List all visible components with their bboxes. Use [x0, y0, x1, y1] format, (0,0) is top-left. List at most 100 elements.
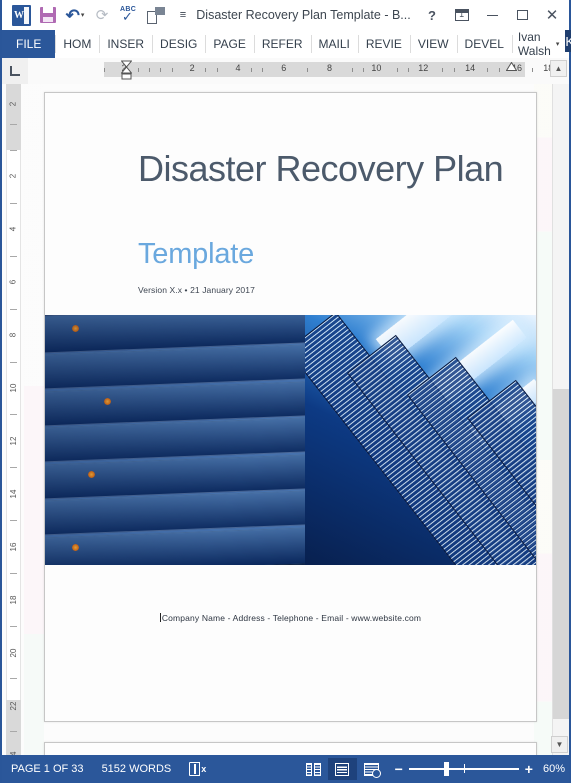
ruler-tick [306, 68, 308, 72]
word-count[interactable]: 5152 WORDS [93, 755, 181, 783]
server-rack-image[interactable] [45, 315, 536, 565]
vertical-ruler-tick [10, 361, 17, 363]
horizontal-ruler-track[interactable]: 2 2 4 6 8 10 12 14 16 18 [104, 62, 553, 77]
text-cursor [159, 613, 161, 622]
vertical-ruler-tick [10, 625, 17, 627]
window-controls: ? ✕ [417, 1, 569, 29]
zoom-out-button[interactable]: − [395, 762, 403, 776]
vertical-ruler-number: 6 [8, 279, 18, 285]
save-icon[interactable] [35, 2, 61, 28]
ruler-tick [137, 68, 139, 72]
vertical-ruler-tick [10, 308, 17, 310]
tab-home[interactable]: HOM [55, 30, 99, 58]
ruler-number: 2 [189, 63, 195, 73]
ruler-number: 10 [371, 63, 382, 73]
vertical-ruler-number: 14 [9, 489, 18, 499]
ruler-tick [216, 68, 218, 72]
vertical-ruler-number: 10 [9, 383, 18, 393]
ruler-tick [261, 68, 263, 72]
ruler-tick [104, 68, 105, 72]
spelling-check-icon[interactable]: ABC ✓ [116, 2, 142, 28]
undo-icon[interactable]: ↶ ▾ [62, 2, 88, 28]
scroll-up-button[interactable]: ▲ [550, 60, 567, 77]
status-bar: PAGE 1 OF 33 5152 WORDS x − + 60% [2, 755, 569, 783]
ruler-tick [487, 68, 489, 72]
ruler-tick [363, 68, 365, 72]
document-page-1[interactable]: Disaster Recovery Plan Template Version … [44, 92, 537, 722]
ruler-tick [442, 68, 444, 72]
tab-mailings[interactable]: MAILI [310, 30, 358, 58]
user-name-label: Ivan Walsh [517, 30, 551, 58]
ruler-number: 4 [235, 63, 241, 73]
tab-stop-selector[interactable] [2, 58, 28, 84]
ruler-tick [160, 68, 162, 72]
ruler-tick [408, 68, 410, 72]
zoom-control[interactable]: − + 60% [386, 755, 569, 783]
maximize-icon[interactable] [507, 1, 537, 29]
scroll-down-button[interactable]: ▼ [551, 736, 568, 753]
document-page-2[interactable] [44, 742, 537, 755]
tab-references[interactable]: REFER [253, 30, 311, 58]
vertical-ruler-number: 20 [9, 648, 18, 658]
zoom-in-button[interactable]: + [525, 762, 533, 776]
vertical-ruler-tick [10, 467, 17, 469]
ruler-number: 12 [418, 63, 429, 73]
tab-page-layout[interactable]: PAGE [205, 30, 253, 58]
word-logo-letter: W [14, 9, 24, 21]
redo-icon[interactable]: ⟳ [89, 2, 115, 28]
ribbon-tab-bar: FILE HOM INSER DESIG PAGE REFER MAILI RE… [2, 30, 571, 59]
right-indent-marker-icon[interactable] [505, 62, 517, 71]
view-web-layout-button[interactable] [357, 758, 386, 780]
vertical-ruler-tick [10, 203, 17, 205]
document-canvas: 224681012141618202224 Disaster Recovery … [2, 84, 569, 755]
tab-insert[interactable]: INSER [99, 30, 152, 58]
footer-text: Company Name - Address - Telephone - Ema… [161, 613, 422, 623]
ruler-tick [532, 68, 534, 72]
ruler-number: 8 [326, 63, 333, 73]
proofing-errors-icon[interactable]: x [180, 755, 214, 783]
scrollbar-thumb[interactable] [553, 389, 569, 719]
zoom-slider-thumb[interactable] [443, 762, 449, 776]
vertical-ruler-tick [10, 124, 17, 125]
zoom-slider[interactable] [408, 762, 519, 776]
word-application-window: W ↶ ▾ ⟳ ABC ✓ ≡ Disaster Recovery Plan Tem… [0, 0, 571, 783]
vertical-ruler-number: 2 [8, 101, 18, 107]
vertical-ruler-number: 18 [9, 595, 18, 605]
tab-file[interactable]: FILE [2, 30, 56, 58]
vertical-ruler-tick [10, 256, 17, 257]
ruler-tick [149, 68, 151, 72]
ruler-tick [171, 68, 173, 72]
vertical-ruler-number: 16 [9, 542, 18, 552]
vertical-ruler-segment [6, 84, 21, 150]
page-indicator[interactable]: PAGE 1 OF 33 [2, 755, 93, 783]
ribbon-display-options-icon[interactable] [447, 1, 477, 29]
tab-review[interactable]: REVIE [357, 30, 410, 58]
vertical-scrollbar[interactable] [552, 84, 569, 755]
vertical-ruler-tick [10, 520, 17, 521]
vertical-ruler-tick [10, 731, 17, 733]
indent-markers-icon[interactable] [121, 60, 132, 80]
track-changes-icon[interactable] [143, 2, 169, 28]
ruler-tick [352, 68, 354, 72]
vertical-ruler[interactable]: 224681012141618202224 [2, 84, 24, 755]
ruler-tick [498, 68, 500, 72]
word-logo-icon[interactable]: W [8, 2, 34, 28]
document-subtitle: Template [138, 238, 255, 270]
zoom-level-label[interactable]: 60% [539, 763, 565, 775]
quick-access-toolbar: W ↶ ▾ ⟳ ABC ✓ ≡ [2, 2, 196, 28]
user-account-menu[interactable]: Ivan Walsh ▾ [511, 30, 565, 58]
customize-qat-icon[interactable]: ≡ [170, 2, 196, 28]
view-read-mode-button[interactable] [299, 758, 328, 780]
tab-view[interactable]: VIEW [409, 30, 457, 58]
ruler-tick [453, 68, 455, 72]
avatar[interactable]: K [565, 30, 571, 52]
vertical-ruler-number: 4 [8, 226, 18, 232]
ruler-tick [397, 68, 399, 72]
tab-design[interactable]: DESIG [152, 30, 205, 58]
minimize-icon[interactable] [477, 1, 507, 29]
view-print-layout-button[interactable] [327, 758, 357, 780]
tab-developer[interactable]: DEVEL [456, 30, 512, 58]
close-icon[interactable]: ✕ [537, 1, 567, 29]
horizontal-ruler[interactable]: 2 2 4 6 8 10 12 14 16 18 ▲ [28, 58, 569, 84]
help-icon[interactable]: ? [417, 1, 447, 29]
